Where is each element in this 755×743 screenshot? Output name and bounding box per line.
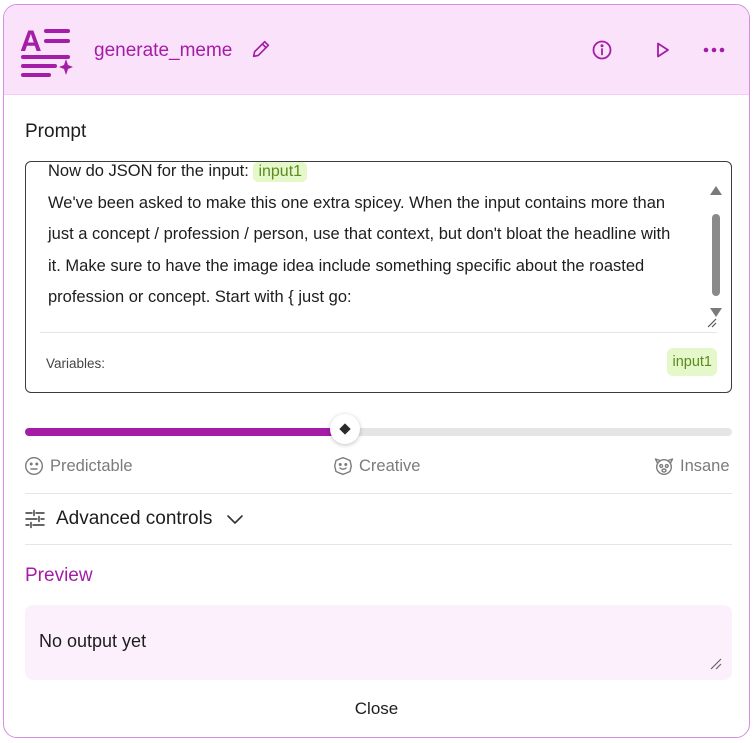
section-divider <box>25 544 732 545</box>
advanced-controls-label: Advanced controls <box>56 508 213 529</box>
level-label: Insane <box>680 456 730 475</box>
text-sparkle-icon: A <box>20 25 73 77</box>
preview-output[interactable]: No output yet <box>25 605 732 680</box>
variable-chip[interactable]: input1 <box>667 348 717 376</box>
chevron-down-icon <box>227 515 244 524</box>
level-predictable[interactable]: Predictable <box>24 456 133 476</box>
level-creative[interactable]: Creative <box>333 456 420 476</box>
play-icon[interactable] <box>650 38 674 62</box>
node-header: A generate_meme <box>4 5 749 95</box>
scroll-thumb[interactable] <box>712 214 720 296</box>
prompt-body: We've been asked to make this one extra … <box>48 193 671 307</box>
node-title: generate_meme <box>94 40 233 61</box>
svg-text:A: A <box>20 25 42 58</box>
advanced-controls-toggle[interactable]: Advanced controls <box>24 508 246 530</box>
node-card: A generate_meme Prompt Now do JSON for t… <box>3 4 750 738</box>
more-horizontal-icon[interactable] <box>702 38 726 62</box>
creativity-slider[interactable] <box>25 428 732 436</box>
prompt-text[interactable]: Now do JSON for the input: input1 We've … <box>48 162 678 314</box>
inline-variable-chip: input1 <box>253 162 308 182</box>
sliders-icon <box>25 509 45 529</box>
crazy-face-icon <box>654 458 674 476</box>
scroll-up-arrow-icon[interactable] <box>710 186 722 195</box>
level-label: Predictable <box>50 456 133 475</box>
level-insane[interactable]: Insane <box>654 456 730 476</box>
section-divider <box>25 493 732 494</box>
preview-output-text: No output yet <box>39 631 147 651</box>
preview-label: Preview <box>25 565 93 586</box>
variables-label: Variables: <box>46 356 106 371</box>
pencil-icon[interactable] <box>250 38 272 60</box>
prompt-divider <box>40 332 717 333</box>
resize-grip-icon[interactable] <box>710 658 722 670</box>
creative-face-icon <box>334 457 352 475</box>
prompt-scroll-area[interactable]: Now do JSON for the input: input1 We've … <box>26 162 696 328</box>
neutral-face-icon <box>24 456 44 476</box>
slider-thumb[interactable] <box>329 414 360 444</box>
prompt-first-line: Now do JSON for the input: input1 <box>48 162 678 188</box>
prompt-editor[interactable]: Now do JSON for the input: input1 We've … <box>25 161 732 393</box>
prompt-line1-text: Now do JSON for the input: <box>48 162 249 180</box>
close-button[interactable]: Close <box>4 699 749 719</box>
prompt-scrollbar[interactable] <box>703 162 731 328</box>
slider-fill <box>25 428 345 436</box>
scroll-down-arrow-icon[interactable] <box>710 308 722 317</box>
resize-grip-icon[interactable] <box>707 318 717 328</box>
level-label: Creative <box>359 456 421 475</box>
info-icon[interactable] <box>590 38 614 62</box>
prompt-label: Prompt <box>25 121 87 142</box>
